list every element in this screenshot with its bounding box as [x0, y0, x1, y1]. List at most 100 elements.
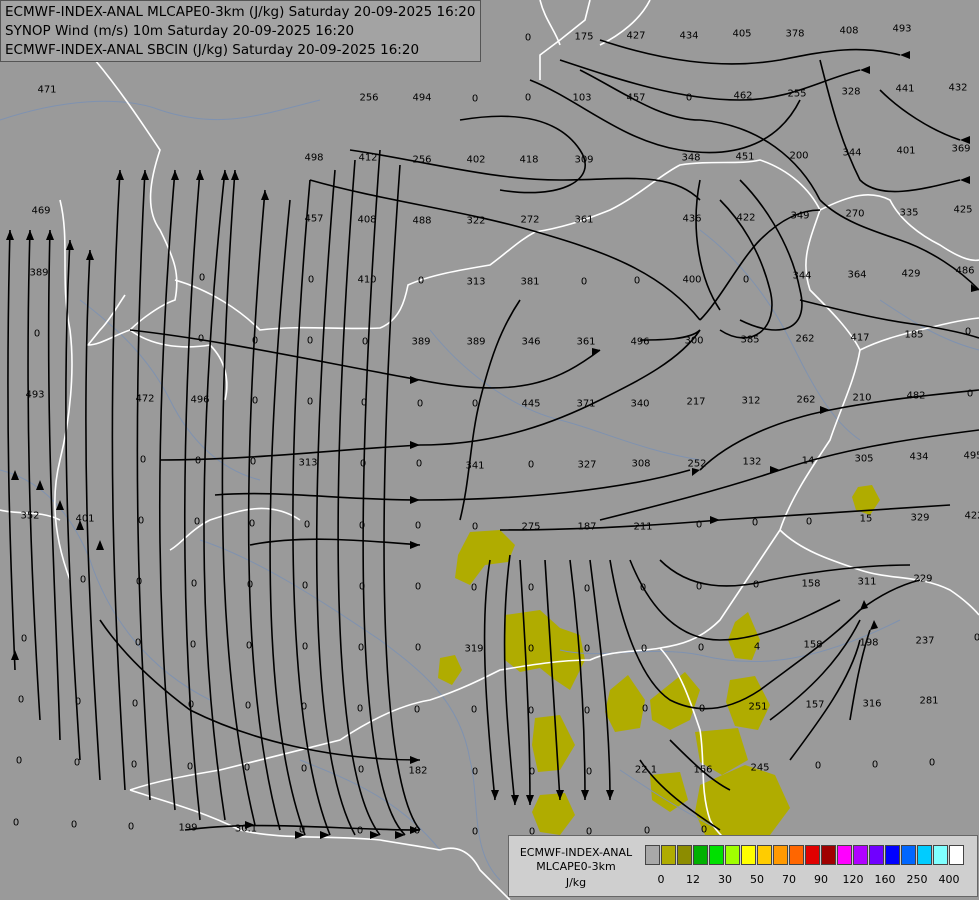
sbcin-value: 0 [640, 643, 648, 655]
sbcin-value: 0 [130, 759, 138, 771]
legend-title-source: ECMWF-INDEX-ANAL [519, 846, 633, 859]
legend-swatch [853, 845, 868, 865]
sbcin-value: 0 [357, 764, 365, 776]
legend-tick-label: 400 [938, 873, 960, 886]
sbcin-value: 0 [928, 757, 936, 769]
legend-tick-labels: 0 12 30 50 70 90 120 160 250 400 [645, 873, 975, 889]
sbcin-value: 0 [194, 455, 202, 467]
legend-swatch [757, 845, 772, 865]
sbcin-value: 0 [695, 519, 703, 531]
sbcin-value: 185 [904, 329, 924, 341]
sbcin-value: 0 [135, 576, 143, 588]
sbcin-value: 0 [527, 643, 535, 655]
sbcin-value: 412 [358, 152, 378, 164]
sbcin-value: 132 [742, 456, 762, 468]
sbcin-value: 0 [528, 766, 536, 778]
sbcin-value: 0 [814, 760, 822, 772]
cape-legend: ECMWF-INDEX-ANAL MLCAPE0-3km J/kg 0 12 30 5… [508, 835, 978, 897]
rivers [0, 99, 979, 881]
sbcin-value: 0 [527, 582, 535, 594]
sbcin-value: 311 [857, 576, 877, 588]
sbcin-value: 0 [187, 699, 195, 711]
sbcin-value: 417 [850, 332, 870, 344]
sbcin-value: 401 [896, 145, 916, 157]
sbcin-value: 14 [801, 455, 815, 467]
sbcin-value: 348 [681, 152, 701, 164]
map-title-box: ECMWF-INDEX-ANAL MLCAPE0-3km (J/kg) Satu… [0, 0, 481, 62]
sbcin-value: 0 [15, 755, 23, 767]
sbcin-value: 182 [408, 765, 428, 777]
legend-swatch [709, 845, 724, 865]
sbcin-value: 462 [733, 90, 753, 102]
legend-swatch [805, 845, 820, 865]
legend-swatch [645, 845, 660, 865]
sbcin-value: 0 [300, 701, 308, 713]
legend-swatch [837, 845, 852, 865]
sbcin-value: 457 [304, 213, 324, 225]
sbcin-value: 256 [412, 154, 432, 166]
sbcin-value: 0 [685, 92, 693, 104]
sbcin-value: 389 [29, 267, 49, 279]
sbcin-value: 445 [521, 398, 541, 410]
sbcin-value: 389 [466, 336, 486, 348]
sbcin-value: 0 [73, 757, 81, 769]
cape-area [532, 793, 575, 835]
sbcin-value: 0 [243, 762, 251, 774]
sbcin-value: 408 [357, 214, 377, 226]
sbcin-value: 0 [471, 521, 479, 533]
legend-swatch [821, 845, 836, 865]
sbcin-value: 0 [752, 579, 760, 591]
sbcin-value: 471 [37, 84, 57, 96]
sbcin-value: 0 [524, 92, 532, 104]
sbcin-value: 0 [131, 698, 139, 710]
sbcin-value: 312 [741, 395, 761, 407]
sbcin-value: 316 [862, 698, 882, 710]
sbcin-value: 0 [471, 766, 479, 778]
sbcin-value: 389 [411, 336, 431, 348]
sbcin-value: 341 [465, 460, 485, 472]
sbcin-value: 237 [915, 635, 935, 647]
sbcin-value: 364 [847, 269, 867, 281]
sbcin-value: 0 [742, 274, 750, 286]
sbcin-value: 0 [805, 516, 813, 528]
legend-swatch [789, 845, 804, 865]
legend-swatch [677, 845, 692, 865]
sbcin-value: 329 [910, 512, 930, 524]
sbcin-value: 0 [251, 335, 259, 347]
sbcin-value: 255 [787, 88, 807, 100]
sbcin-value: 0 [470, 704, 478, 716]
sbcin-value: 262 [796, 394, 816, 406]
sbcin-value: 0 [301, 580, 309, 592]
sbcin-value: 0 [361, 336, 369, 348]
cape-area [505, 610, 585, 690]
sbcin-value: 0 [700, 824, 708, 836]
cape-area [438, 655, 462, 685]
sbcin-value: 0 [197, 333, 205, 345]
sbcin-value: 0 [413, 825, 421, 837]
sbcin-value: 0 [12, 817, 20, 829]
sbcin-value: 4 [753, 641, 761, 653]
sbcin-value: 0 [134, 637, 142, 649]
sbcin-value: 410 [357, 274, 377, 286]
sbcin-value: 346 [521, 336, 541, 348]
sbcin-value: 418 [519, 154, 539, 166]
sbcin-value: 361 [574, 214, 594, 226]
sbcin-value: 0 [186, 761, 194, 773]
sbcin-value: 496 [190, 394, 210, 406]
sbcin-value: 436 [682, 213, 702, 225]
sbcin-value: 156 [693, 764, 713, 776]
sbcin-value: 0 [17, 694, 25, 706]
sbcin-value: 175 [574, 31, 594, 43]
sbcin-value: 361 [576, 336, 596, 348]
sbcin-value: 313 [466, 276, 486, 288]
sbcin-value: 472 [135, 393, 155, 405]
weather-map[interactable]: 2993610017542743440537840849347125649400… [0, 0, 979, 900]
sbcin-value: 494 [412, 92, 432, 104]
cape-title: ECMWF-INDEX-ANAL MLCAPE0-3km (J/kg) Satu… [5, 4, 476, 20]
legend-unit: J/kg [565, 876, 587, 889]
sbcin-value: 0 [695, 581, 703, 593]
sbcin-value: 0 [303, 519, 311, 531]
legend-tick-label: 0 [657, 873, 665, 886]
sbcin-value: 405 [732, 28, 752, 40]
sbcin-value: 371 [576, 398, 596, 410]
